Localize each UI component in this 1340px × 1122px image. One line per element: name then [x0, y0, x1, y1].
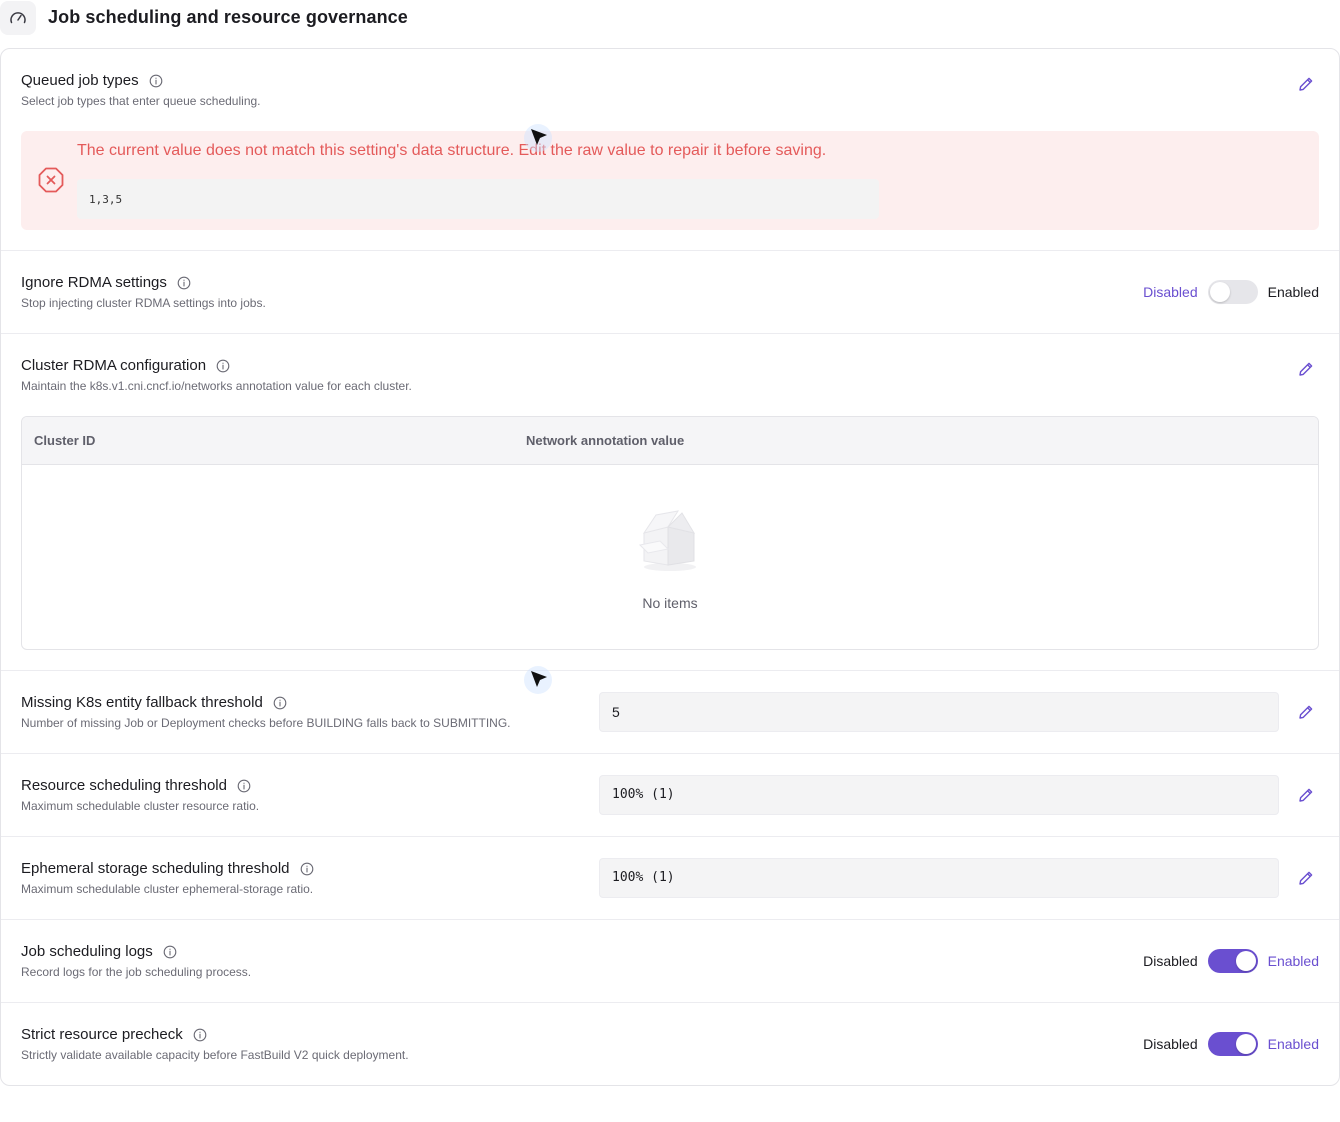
setting-description: Select job types that enter queue schedu… — [21, 94, 261, 108]
rdma-table: Cluster ID Network annotation value No i… — [21, 416, 1319, 650]
table-header: Cluster ID Network annotation value — [22, 417, 1318, 465]
info-icon[interactable] — [163, 945, 177, 959]
column-header-network-annotation: Network annotation value — [526, 433, 685, 448]
info-icon[interactable] — [193, 1028, 207, 1042]
setting-description: Number of missing Job or Deployment chec… — [21, 716, 511, 730]
setting-label: Strict resource precheck — [21, 1026, 183, 1043]
setting-label: Resource scheduling threshold — [21, 777, 227, 794]
toggle-knob — [1235, 1034, 1256, 1054]
setting-description: Record logs for the job scheduling proce… — [21, 965, 252, 979]
raw-value-field[interactable]: 1,3,5 — [77, 179, 879, 219]
missing-k8s-threshold-input[interactable]: 5 — [599, 692, 1279, 732]
toggle-on-label[interactable]: Enabled — [1268, 953, 1319, 969]
section-queued-job-types: Queued job types Select job types that e… — [1, 49, 1339, 251]
setting-label: Job scheduling logs — [21, 943, 153, 960]
toggle-knob — [1235, 951, 1256, 971]
info-icon[interactable] — [237, 779, 251, 793]
settings-card: Queued job types Select job types that e… — [0, 48, 1340, 1086]
empty-state-text: No items — [642, 595, 698, 611]
toggle-off-label[interactable]: Disabled — [1143, 284, 1197, 300]
section-scheduling-logs: Job scheduling logs Record logs for the … — [1, 920, 1339, 1003]
edit-pencil-icon[interactable] — [1297, 786, 1315, 804]
edit-pencil-icon[interactable] — [1297, 360, 1315, 378]
resource-threshold-input[interactable]: 100% (1) — [599, 775, 1279, 815]
page-header: Job scheduling and resource governance — [0, 0, 1340, 36]
mouse-cursor-icon — [522, 664, 554, 701]
section-cluster-rdma: Cluster RDMA configuration Maintain the … — [1, 334, 1339, 671]
toggle-strict-precheck: Disabled Enabled — [1143, 1032, 1319, 1056]
setting-label: Cluster RDMA configuration — [21, 357, 207, 374]
setting-description: Maximum schedulable cluster ephemeral-st… — [21, 882, 314, 896]
setting-label: Ephemeral storage scheduling threshold — [21, 860, 290, 877]
toggle-off-label[interactable]: Disabled — [1143, 953, 1197, 969]
toggle-switch[interactable] — [1207, 280, 1258, 304]
edit-pencil-icon[interactable] — [1297, 869, 1315, 887]
toggle-scheduling-logs: Disabled Enabled — [1143, 949, 1319, 973]
info-icon[interactable] — [149, 74, 163, 88]
info-icon[interactable] — [273, 696, 287, 710]
empty-box-icon — [638, 509, 702, 578]
section-resource-threshold: Resource scheduling threshold Maximum sc… — [1, 754, 1339, 837]
setting-description: Maximum schedulable cluster resource rat… — [21, 799, 260, 813]
edit-pencil-icon[interactable] — [1297, 75, 1315, 93]
setting-description: Strictly validate available capacity bef… — [21, 1048, 409, 1062]
setting-description: Stop injecting cluster RDMA settings int… — [21, 296, 266, 310]
section-strict-precheck: Strict resource precheck Strictly valida… — [1, 1003, 1339, 1085]
setting-label: Queued job types — [21, 72, 139, 89]
info-icon[interactable] — [216, 359, 230, 373]
section-ephemeral-threshold: Ephemeral storage scheduling threshold M… — [1, 837, 1339, 920]
setting-description: Maintain the k8s.v1.cni.cncf.io/networks… — [21, 379, 412, 393]
page-title: Job scheduling and resource governance — [48, 7, 408, 27]
gauge-icon — [0, 1, 36, 35]
error-alert: The current value does not match this se… — [21, 131, 1319, 230]
toggle-ignore-rdma: Disabled Enabled — [1143, 280, 1319, 304]
error-message: The current value does not match this se… — [77, 142, 827, 159]
section-ignore-rdma: Ignore RDMA settings Stop injecting clus… — [1, 251, 1339, 334]
toggle-knob — [1209, 282, 1230, 302]
section-missing-k8s: Missing K8s entity fallback threshold Nu… — [1, 671, 1339, 754]
toggle-switch[interactable] — [1207, 949, 1258, 973]
toggle-switch[interactable] — [1207, 1032, 1258, 1056]
setting-label: Missing K8s entity fallback threshold — [21, 694, 263, 711]
toggle-off-label[interactable]: Disabled — [1143, 1036, 1197, 1052]
info-icon[interactable] — [300, 862, 314, 876]
empty-state: No items — [22, 465, 1318, 649]
ephemeral-threshold-input[interactable]: 100% (1) — [599, 858, 1279, 898]
toggle-on-label[interactable]: Enabled — [1268, 1036, 1319, 1052]
info-icon[interactable] — [177, 276, 191, 290]
setting-label: Ignore RDMA settings — [21, 274, 167, 291]
toggle-on-label[interactable]: Enabled — [1268, 284, 1319, 300]
edit-pencil-icon[interactable] — [1297, 703, 1315, 721]
mouse-cursor-icon — [522, 122, 554, 159]
error-octagon-icon — [37, 166, 65, 199]
column-header-cluster-id: Cluster ID — [34, 433, 96, 448]
